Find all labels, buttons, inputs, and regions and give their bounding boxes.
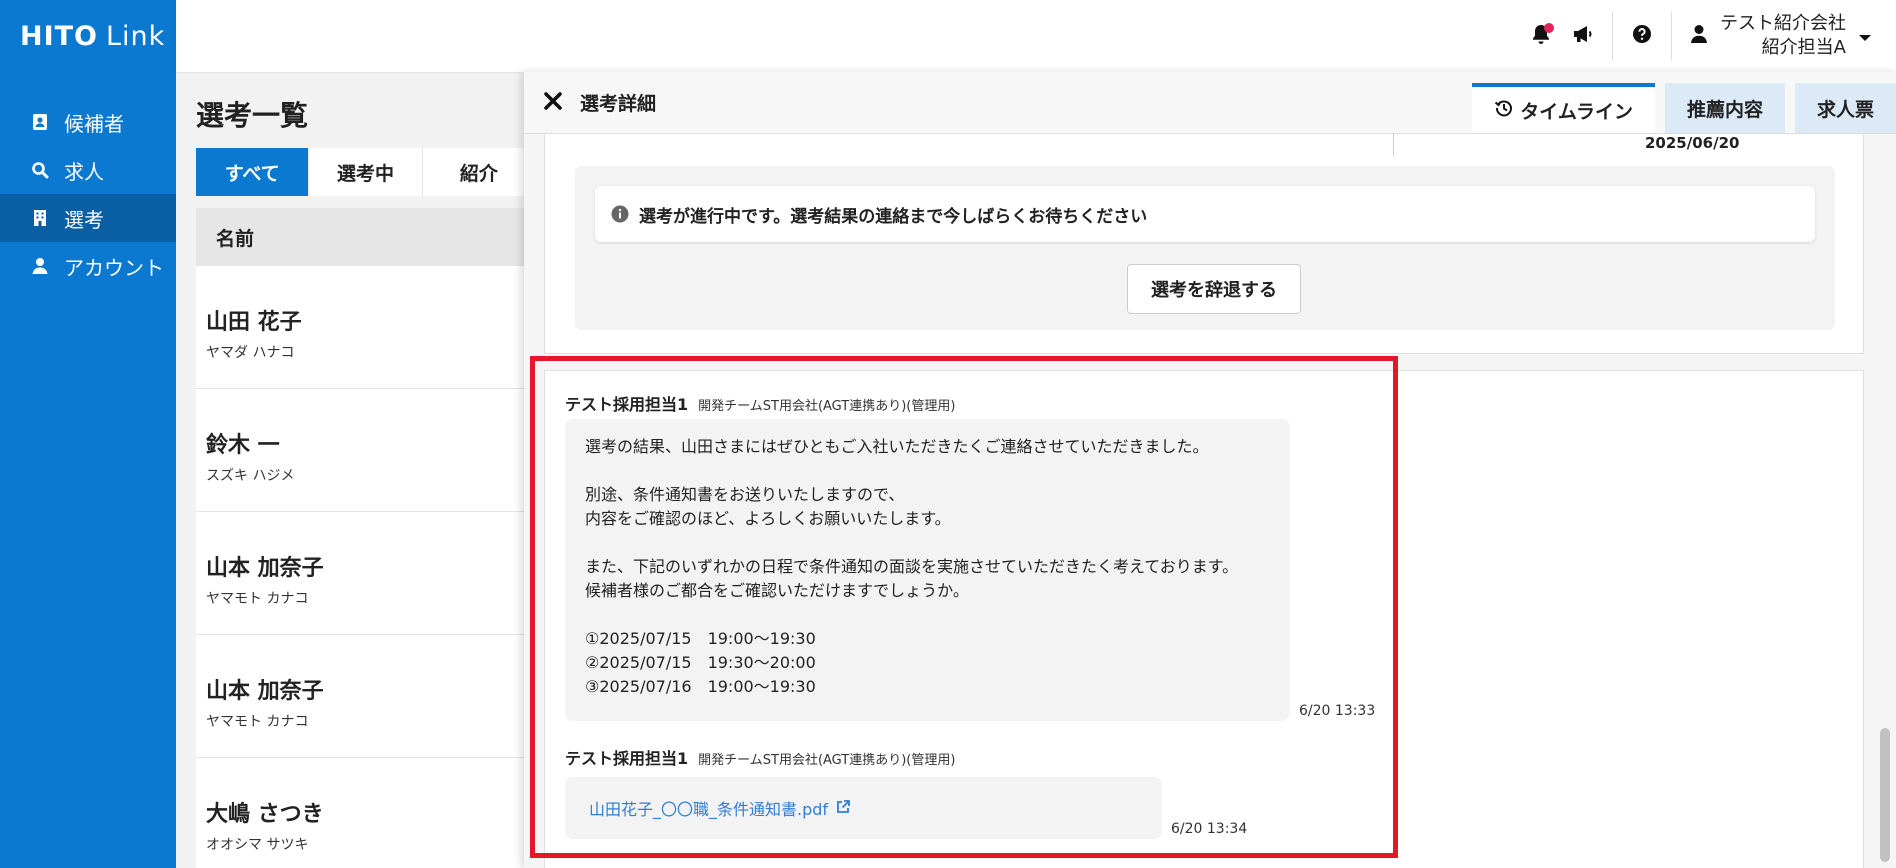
panel-scrollbar[interactable] [1880, 202, 1890, 862]
status-notice-text: 選考が進行中です。選考結果の連絡まで今しばらくお待ちください [639, 206, 1148, 227]
candidate-kana: ヤマモト カナコ [206, 714, 309, 730]
close-icon [543, 91, 563, 115]
header-divider [1671, 12, 1672, 60]
message-line: ③2025/07/16 19:00〜19:30 [585, 677, 816, 696]
panel-header: 選考詳細 タイムライン 推薦内容 求人票 [524, 72, 1896, 134]
sidebar-nav: 候補者 求人 選考 アカウント [0, 98, 176, 290]
message-org: 開発チームST用会社(AGT連携あり)(管理用) [698, 399, 956, 414]
close-button[interactable] [538, 88, 568, 118]
tab-timeline[interactable]: タイムライン [1472, 83, 1655, 133]
candidate-list: 名前 山田 花子 ヤマダ ハナコ 鈴木 一 スズキ ハジメ 山本 加奈子 ヤマモ… [196, 208, 536, 868]
message-line: ②2025/07/15 19:30〜20:00 [585, 653, 816, 672]
candidate-name: 大嶋 さつき [206, 802, 324, 827]
candidate-kana: オオシマ サツキ [206, 837, 309, 853]
help-circle-icon [1632, 24, 1652, 48]
message-card: テスト採用担当1 開発チームST用会社(AGT連携あり)(管理用) 選考の結果、… [544, 370, 1864, 868]
sidebar-item-candidates[interactable]: 候補者 [0, 98, 176, 146]
sidebar-item-selection[interactable]: 選考 [0, 194, 176, 242]
info-icon [611, 205, 629, 223]
megaphone-icon [1572, 24, 1594, 48]
detail-tabs: タイムライン 推薦内容 求人票 [1462, 83, 1896, 133]
message-timestamp: 6/20 13:33 [1299, 703, 1376, 719]
top-header: テスト紹介会社 紹介担当A [176, 0, 1896, 72]
message-header: テスト採用担当1 開発チームST用会社(AGT連携あり)(管理用) [565, 745, 955, 769]
user-menu[interactable]: テスト紹介会社 紹介担当A [1690, 12, 1872, 60]
tab-job-sheet[interactable]: 求人票 [1794, 83, 1896, 133]
scrollbar-thumb[interactable] [1880, 728, 1890, 862]
candidate-name: 鈴木 一 [206, 433, 280, 458]
message-org: 開発チームST用会社(AGT連携あり)(管理用) [698, 753, 956, 768]
withdraw-button[interactable]: 選考を辞退する [1127, 264, 1301, 314]
header-divider [1612, 12, 1613, 60]
panel-title: 選考詳細 [580, 93, 657, 115]
status-card: 2025/06/20 選考が進行中です。選考結果の連絡まで今しばらくお待ちくださ… [544, 134, 1864, 354]
event-date: 2025/06/20 [1645, 134, 1740, 152]
table-row[interactable]: 大嶋 さつき オオシマ サツキ [196, 758, 536, 868]
page-title: 選考一覧 [196, 99, 309, 132]
message-line: 候補者様のご都合をご確認いただけますでしょうか。 [585, 581, 969, 600]
message-author: テスト採用担当1 [565, 395, 689, 414]
tab-in-progress[interactable]: 選考中 [309, 148, 423, 196]
notification-button[interactable] [1520, 15, 1562, 57]
timeline-divider [1393, 134, 1394, 156]
help-button[interactable] [1621, 15, 1663, 57]
external-link-icon [836, 799, 850, 818]
message-line [585, 603, 1270, 627]
message-line: 選考の結果、山田さまにはぜひともご入社いただきたくご連絡させていただきました。 [585, 437, 1209, 456]
message-header: テスト採用担当1 開発チームST用会社(AGT連携あり)(管理用) [565, 391, 955, 415]
tab-introduced[interactable]: 紹介 [422, 148, 536, 196]
candidate-name: 山本 加奈子 [206, 556, 324, 581]
user-names: テスト紹介会社 紹介担当A [1720, 12, 1846, 60]
timeline-content: 2025/06/20 選考が進行中です。選考結果の連絡まで今しばらくお待ちくださ… [524, 134, 1874, 868]
table-row[interactable]: 山本 加奈子 ヤマモト カナコ [196, 635, 536, 758]
announcement-button[interactable] [1562, 15, 1604, 57]
status-notice: 選考が進行中です。選考結果の連絡まで今しばらくお待ちください [595, 186, 1815, 242]
tab-all[interactable]: すべて [196, 148, 310, 196]
message-timestamp: 6/20 13:34 [1171, 821, 1248, 837]
contact-card-icon [30, 112, 50, 132]
attachment-link[interactable]: 山田花子_〇〇職_条件通知書.pdf [589, 796, 850, 820]
message-line [585, 459, 1270, 483]
candidate-kana: スズキ ハジメ [206, 468, 295, 484]
person-icon [30, 256, 50, 276]
candidate-name: 山田 花子 [206, 310, 302, 335]
table-row[interactable]: 山本 加奈子 ヤマモト カナコ [196, 512, 536, 635]
candidate-kana: ヤマモト カナコ [206, 591, 309, 607]
message-line [585, 531, 1270, 555]
message-line: 別途、条件通知書をお送りいたしますので、 [585, 485, 905, 504]
building-icon [30, 208, 50, 228]
selection-list-page: 選考一覧 すべて 選考中 紹介 名前 山田 花子 ヤマダ ハナコ 鈴木 一 スズ… [196, 72, 536, 868]
column-header-name: 名前 [196, 208, 536, 266]
message-bubble: 選考の結果、山田さまにはぜひともご入社いただきたくご連絡させていただきました。 … [565, 419, 1290, 721]
table-row[interactable]: 鈴木 一 スズキ ハジメ [196, 389, 536, 512]
table-row[interactable]: 山田 花子 ヤマダ ハナコ [196, 266, 536, 389]
sidebar-item-account[interactable]: アカウント [0, 242, 176, 290]
caret-down-icon [1858, 27, 1872, 46]
attachment-bubble: 山田花子_〇〇職_条件通知書.pdf [565, 777, 1162, 839]
attachment-filename: 山田花子_〇〇職_条件通知書.pdf [589, 800, 829, 819]
message-author: テスト採用担当1 [565, 749, 689, 768]
status-box: 選考が進行中です。選考結果の連絡まで今しばらくお待ちください 選考を辞退する [575, 166, 1835, 330]
user-name: 紹介担当A [1761, 37, 1846, 58]
sidebar: HITO Link 候補者 求人 選考 アカウント [0, 0, 176, 868]
sidebar-item-jobs[interactable]: 求人 [0, 146, 176, 194]
candidate-name: 山本 加奈子 [206, 679, 324, 704]
message-line: また、下記のいずれかの日程で条件通知の面談を実施させていただきたく考えております… [585, 557, 1239, 576]
company-name: テスト紹介会社 [1720, 13, 1846, 34]
notification-badge [1544, 23, 1554, 33]
history-icon [1494, 98, 1514, 123]
message-line: ①2025/07/15 19:00〜19:30 [585, 629, 816, 648]
candidate-kana: ヤマダ ハナコ [206, 345, 295, 361]
person-icon [1690, 24, 1708, 48]
search-icon [30, 160, 50, 180]
selection-detail-panel: 選考詳細 タイムライン 推薦内容 求人票 2025/06/20 選考が進行中です… [524, 72, 1896, 868]
message-line: 内容をご確認のほど、よろしくお願いいたします。 [585, 509, 951, 528]
filter-tabs: すべて 選考中 紹介 [196, 148, 536, 196]
tab-recommendation[interactable]: 推薦内容 [1664, 83, 1785, 133]
header-actions: テスト紹介会社 紹介担当A [1520, 0, 1872, 72]
app-logo[interactable]: HITO Link [0, 0, 176, 72]
